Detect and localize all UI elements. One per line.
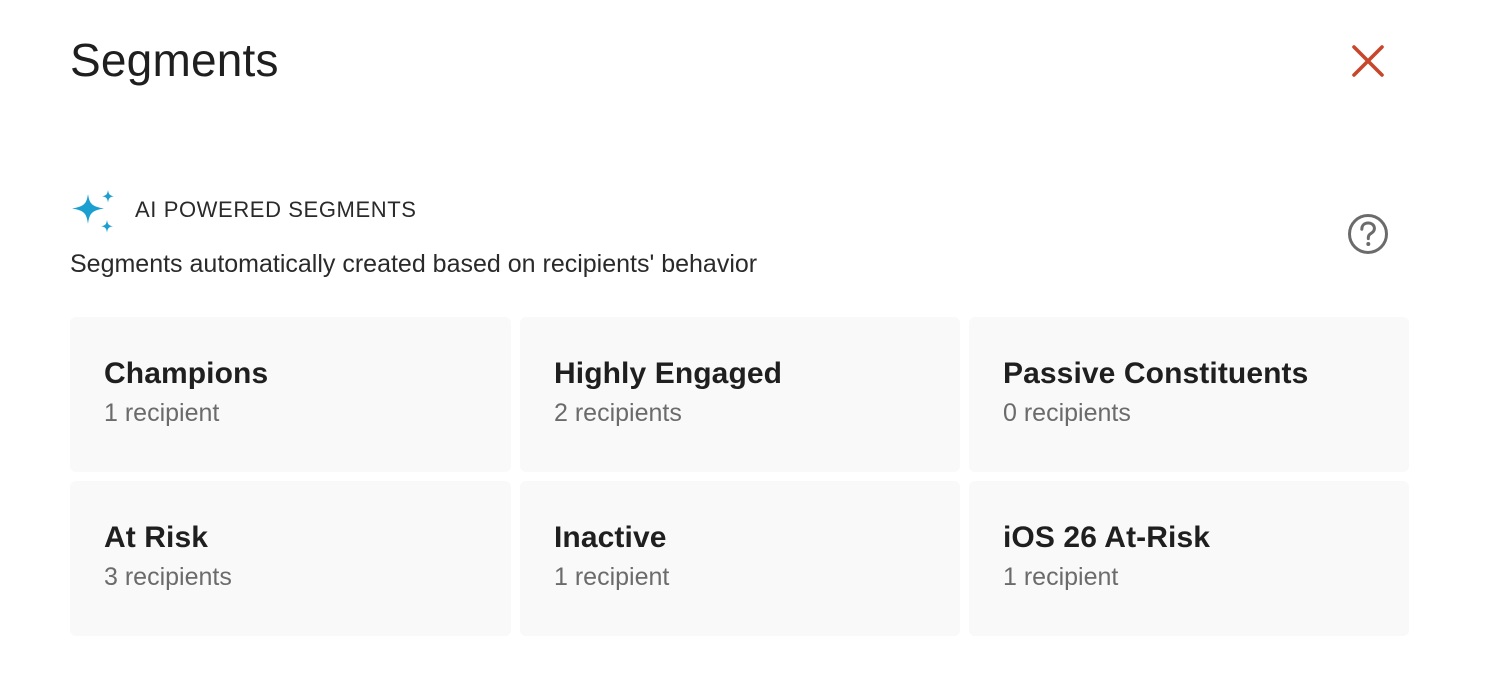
segment-count: 1 recipient bbox=[1003, 563, 1119, 591]
sparkle-icon bbox=[72, 190, 114, 233]
segment-count: 1 recipient bbox=[104, 399, 220, 427]
close-icon bbox=[1352, 45, 1384, 77]
ai-section-title: AI POWERED SEGMENTS bbox=[135, 197, 417, 222]
segment-name: Champions bbox=[104, 357, 269, 390]
segment-count: 2 recipients bbox=[554, 399, 682, 427]
segment-card-ios-26-at-risk[interactable]: iOS 26 At-Risk 1 recipient bbox=[969, 481, 1409, 636]
ai-section-description: Segments automatically created based on … bbox=[70, 250, 758, 278]
help-button[interactable] bbox=[1345, 211, 1391, 257]
close-button[interactable] bbox=[1340, 36, 1396, 86]
segment-card-champions[interactable]: Champions 1 recipient bbox=[70, 317, 511, 472]
ai-section-header: AI POWERED SEGMENTS bbox=[70, 190, 417, 236]
segment-card-highly-engaged[interactable]: Highly Engaged 2 recipients bbox=[520, 317, 960, 472]
segment-count: 3 recipients bbox=[104, 563, 232, 591]
segments-panel: Segments AI POWERED SEGMENTS Segments au… bbox=[0, 0, 1487, 673]
segments-grid: Champions 1 recipient Highly Engaged 2 r… bbox=[70, 317, 1409, 636]
help-icon bbox=[1348, 214, 1388, 254]
segment-name: iOS 26 At-Risk bbox=[1003, 521, 1211, 554]
segment-count: 0 recipients bbox=[1003, 399, 1131, 427]
segment-name: Highly Engaged bbox=[554, 357, 783, 390]
segment-card-at-risk[interactable]: At Risk 3 recipients bbox=[70, 481, 511, 636]
segment-card-passive-constituents[interactable]: Passive Constituents 0 recipients bbox=[969, 317, 1409, 472]
page-title: Segments bbox=[70, 34, 279, 86]
segment-name: At Risk bbox=[104, 521, 209, 554]
segment-count: 1 recipient bbox=[554, 563, 670, 591]
segment-name: Inactive bbox=[554, 521, 667, 554]
segment-name: Passive Constituents bbox=[1003, 357, 1309, 390]
segment-card-inactive[interactable]: Inactive 1 recipient bbox=[520, 481, 960, 636]
